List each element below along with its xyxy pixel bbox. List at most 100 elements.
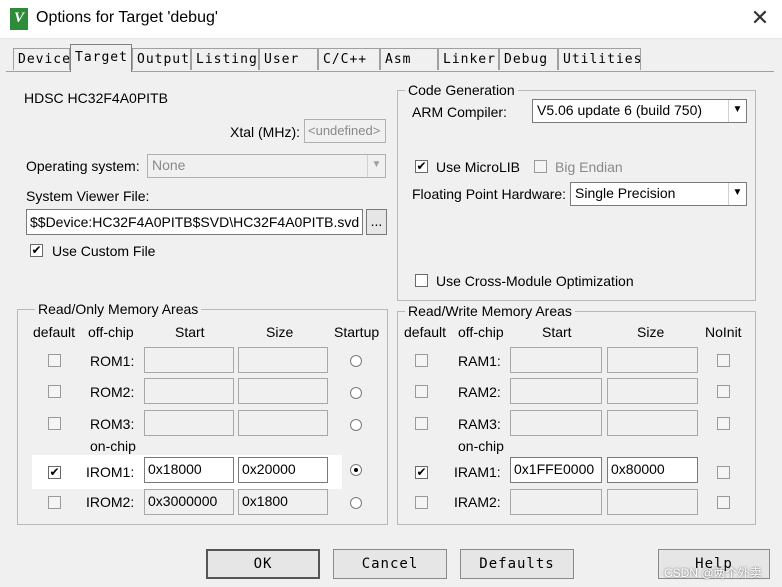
ram2-start-input[interactable]	[510, 378, 602, 404]
ro-onchip-label: on-chip	[90, 438, 136, 454]
floating-point-select[interactable]: Single Precision ▼	[570, 182, 747, 206]
readonly-memory-title: Read/Only Memory Areas	[35, 301, 202, 317]
rom2-startup-radio[interactable]	[350, 387, 362, 399]
iram2-size-input[interactable]	[607, 489, 698, 515]
iram2-noinit-checkbox[interactable]	[717, 496, 730, 509]
ram3-noinit-checkbox[interactable]	[717, 417, 730, 430]
iram1-default-checkbox[interactable]: ✔	[415, 466, 428, 479]
svd-browse-button[interactable]: ...	[366, 209, 387, 235]
rom3-startup-radio[interactable]	[350, 419, 362, 431]
ram3-default-checkbox[interactable]	[415, 417, 428, 430]
tab-c-cpp[interactable]: C/C++	[318, 48, 380, 70]
arm-compiler-value: V5.06 update 6 (build 750)	[537, 102, 703, 118]
ram2-default-checkbox[interactable]	[415, 385, 428, 398]
iram1-label: IRAM1:	[454, 464, 501, 480]
rom2-start-input[interactable]	[144, 378, 234, 404]
irom1-start-input[interactable]: 0x18000	[144, 457, 234, 483]
iram1-size-input[interactable]: 0x80000	[607, 457, 698, 483]
csdn-watermark: CSDN @两个外卖	[664, 566, 762, 580]
floating-point-value: Single Precision	[575, 185, 676, 201]
xtal-input[interactable]: <undefined>	[304, 119, 386, 143]
close-icon[interactable]: ✕	[744, 4, 776, 32]
irom2-size-input[interactable]: 0x1800	[238, 489, 328, 515]
iram2-start-input[interactable]	[510, 489, 602, 515]
rw-onchip-label: on-chip	[458, 438, 504, 454]
big-endian-label: Big Endian	[555, 159, 623, 175]
tab-utilities[interactable]: Utilities	[558, 48, 641, 70]
floating-point-label: Floating Point Hardware:	[412, 186, 567, 202]
tab-debug[interactable]: Debug	[499, 48, 558, 70]
checkmark-icon: ✔	[416, 159, 427, 173]
rw-start-header: Start	[542, 324, 572, 340]
tab-output[interactable]: Output	[132, 48, 191, 70]
ram2-label: RAM2:	[458, 384, 501, 400]
tab-linker[interactable]: Linker	[438, 48, 499, 70]
tab-target[interactable]: Target	[70, 44, 132, 72]
ro-start-header: Start	[175, 324, 205, 340]
rom3-start-input[interactable]	[144, 410, 234, 436]
ro-default-header: default	[33, 324, 76, 340]
cross-module-checkbox[interactable]	[415, 274, 428, 287]
irom1-size-input[interactable]: 0x20000	[238, 457, 328, 483]
ram2-noinit-checkbox[interactable]	[717, 385, 730, 398]
rom2-size-input[interactable]	[238, 378, 328, 404]
tab-listing[interactable]: Listing	[191, 48, 259, 70]
checkmark-icon: ✔	[31, 243, 42, 257]
use-custom-file-checkbox[interactable]: ✔	[30, 244, 43, 257]
window-title: Options for Target 'debug'	[36, 9, 218, 26]
arm-compiler-select[interactable]: V5.06 update 6 (build 750) ▼	[532, 99, 747, 123]
ram1-noinit-checkbox[interactable]	[717, 354, 730, 367]
iram2-default-checkbox[interactable]	[415, 496, 428, 509]
cross-module-label: Use Cross-Module Optimization	[436, 273, 634, 289]
ram1-size-input[interactable]	[607, 347, 698, 373]
use-microlib-label: Use MicroLIB	[436, 159, 521, 175]
ram3-label: RAM3:	[458, 416, 501, 432]
rom2-label: ROM2:	[90, 384, 135, 400]
arm-compiler-label: ARM Compiler:	[412, 104, 507, 120]
tab-user[interactable]: User	[259, 48, 318, 70]
irom1-default-checkbox[interactable]: ✔	[48, 466, 61, 479]
ok-button[interactable]: OK	[206, 549, 320, 579]
rom1-size-input[interactable]	[238, 347, 328, 373]
rw-default-header: default	[404, 324, 447, 340]
ram3-start-input[interactable]	[510, 410, 602, 436]
device-name: HDSC HC32F4A0PITB	[24, 90, 168, 106]
rw-noinit-header: NoInit	[705, 324, 742, 340]
irom1-startup-radio[interactable]	[350, 464, 362, 476]
defaults-button[interactable]: Defaults	[460, 549, 574, 579]
irom2-startup-radio[interactable]	[350, 497, 362, 509]
iram1-start-input[interactable]: 0x1FFE0000	[510, 457, 602, 483]
os-value: None	[152, 157, 186, 173]
tab-asm[interactable]: Asm	[380, 48, 438, 70]
ram1-start-input[interactable]	[510, 347, 602, 373]
rw-size-header: Size	[637, 324, 665, 340]
ro-offchip-header: off-chip	[88, 324, 134, 340]
ram3-size-input[interactable]	[607, 410, 698, 436]
rom3-size-input[interactable]	[238, 410, 328, 436]
cancel-button[interactable]: Cancel	[333, 549, 447, 579]
use-custom-file-label: Use Custom File	[52, 243, 156, 259]
rom1-start-input[interactable]	[144, 347, 234, 373]
irom2-start-input[interactable]: 0x3000000	[144, 489, 234, 515]
irom2-default-checkbox[interactable]	[48, 496, 61, 509]
use-microlib-checkbox[interactable]: ✔	[415, 160, 428, 173]
iram1-noinit-checkbox[interactable]	[717, 466, 730, 479]
checkmark-icon: ✔	[416, 465, 427, 479]
ro-size-header: Size	[266, 324, 294, 340]
ro-startup-header: Startup	[334, 324, 380, 340]
os-select[interactable]: None ▼	[147, 154, 386, 178]
irom1-label: IROM1:	[86, 464, 135, 480]
ram2-size-input[interactable]	[607, 378, 698, 404]
svd-file-input[interactable]: $$Device:HC32F4A0PITB$SVD\HC32F4A0PITB.s…	[26, 209, 363, 235]
rom2-default-checkbox[interactable]	[48, 385, 61, 398]
iram2-label: IRAM2:	[454, 494, 501, 510]
tab-device[interactable]: Device	[13, 48, 70, 70]
rom1-label: ROM1:	[90, 353, 135, 369]
ram1-default-checkbox[interactable]	[415, 354, 428, 367]
os-label: Operating system:	[26, 158, 140, 174]
rom1-startup-radio[interactable]	[350, 355, 362, 367]
xtal-label: Xtal (MHz):	[230, 124, 300, 140]
big-endian-checkbox[interactable]	[534, 160, 547, 173]
rom1-default-checkbox[interactable]	[48, 354, 61, 367]
rom3-default-checkbox[interactable]	[48, 417, 61, 430]
